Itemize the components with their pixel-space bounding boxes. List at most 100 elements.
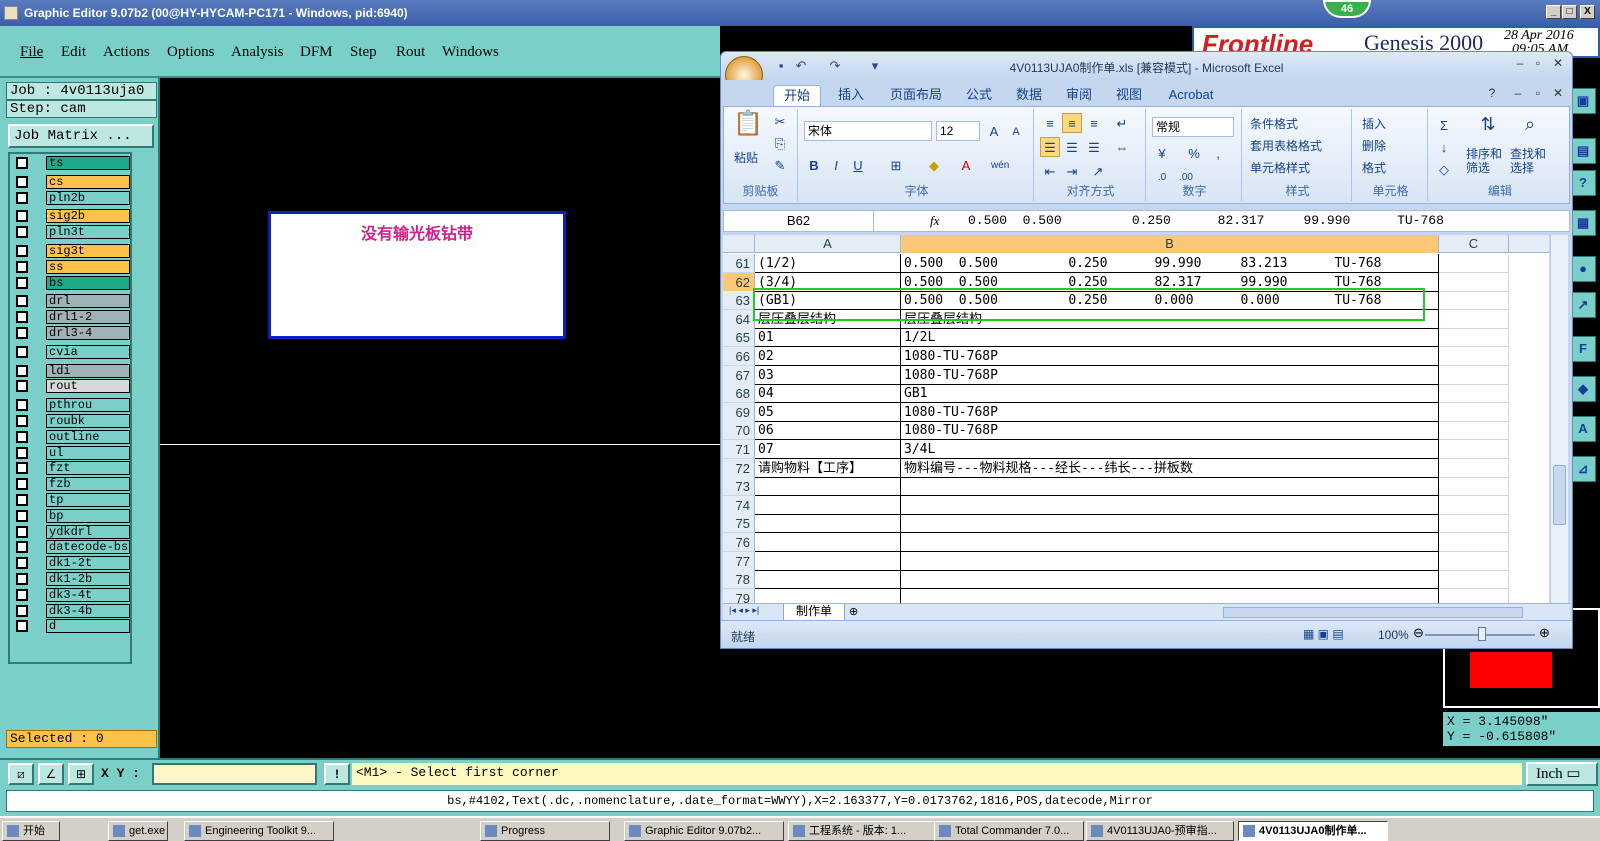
- save-icon[interactable]: ▪: [773, 58, 789, 74]
- paste-icon[interactable]: 📋: [732, 112, 763, 149]
- cell-c[interactable]: [1439, 254, 1509, 273]
- column-header-c[interactable]: C: [1439, 235, 1509, 253]
- row-header[interactable]: 75: [723, 514, 755, 534]
- menu-dfm[interactable]: DFM: [300, 44, 333, 61]
- cell-a[interactable]: [755, 533, 901, 552]
- layer-row[interactable]: rout: [12, 379, 130, 394]
- row-header[interactable]: 70: [723, 421, 755, 441]
- taskbar-item[interactable]: Engineering Toolkit 9...: [184, 821, 334, 841]
- angle-icon[interactable]: ∠: [38, 763, 64, 785]
- merge-icon[interactable]: ⇔: [1112, 137, 1132, 157]
- layer-checkbox[interactable]: [16, 462, 28, 475]
- align-top-icon[interactable]: ≡: [1040, 113, 1060, 133]
- layer-row[interactable]: cs: [12, 174, 130, 189]
- help-icon[interactable]: ?: [1570, 170, 1596, 196]
- tab-insert[interactable]: 插入: [829, 85, 873, 106]
- layer-checkbox[interactable]: [16, 191, 28, 204]
- row-header[interactable]: 79: [723, 588, 755, 603]
- alert-icon[interactable]: !: [324, 763, 350, 785]
- cell-c[interactable]: [1439, 402, 1509, 422]
- clear-icon[interactable]: ◇: [1434, 159, 1454, 179]
- app-icon[interactable]: [4, 6, 18, 20]
- row-header[interactable]: 68: [723, 384, 755, 404]
- cell-c[interactable]: [1439, 291, 1509, 311]
- doc-close-button[interactable]: ✕: [1549, 86, 1567, 102]
- layer-name[interactable]: fzb: [46, 477, 130, 492]
- tab-review[interactable]: 审阅: [1059, 85, 1099, 106]
- cell-a[interactable]: 04: [755, 384, 901, 404]
- layer-checkbox[interactable]: [16, 260, 28, 273]
- excel-minimize-button[interactable]: –: [1511, 56, 1529, 72]
- layer-row[interactable]: dk1-2b: [12, 572, 130, 586]
- taskbar-item[interactable]: Total Commander 7.0...: [934, 821, 1084, 841]
- cell-c[interactable]: [1439, 347, 1509, 366]
- maximize-button[interactable]: □: [1562, 5, 1577, 19]
- cell-c[interactable]: [1439, 272, 1509, 292]
- layer-row[interactable]: drl: [12, 294, 130, 309]
- cell-a[interactable]: [755, 570, 901, 590]
- cell-c[interactable]: [1439, 458, 1509, 478]
- layer-row[interactable]: sig3t: [12, 244, 130, 258]
- menu-actions[interactable]: Actions: [103, 44, 150, 61]
- layer-checkbox[interactable]: [16, 557, 28, 570]
- menu-rout[interactable]: Rout: [396, 44, 425, 61]
- align-middle-icon[interactable]: ≡: [1062, 113, 1082, 133]
- layer-checkbox[interactable]: [16, 446, 28, 459]
- layer-checkbox[interactable]: [16, 478, 28, 491]
- layer-row[interactable]: pln2b: [12, 190, 130, 205]
- taskbar-item[interactable]: Progress: [480, 821, 610, 841]
- row-header[interactable]: 72: [723, 458, 755, 478]
- tab-page-layout[interactable]: 页面布局: [881, 85, 951, 106]
- layer-checkbox[interactable]: [16, 364, 28, 377]
- cell-a[interactable]: 02: [755, 347, 901, 366]
- cell-c[interactable]: [1439, 365, 1509, 385]
- comma-icon[interactable]: ,: [1208, 143, 1228, 163]
- insert-function-icon[interactable]: fx: [930, 211, 939, 231]
- layer-row[interactable]: cvia: [12, 344, 130, 359]
- layer-row[interactable]: ss: [12, 259, 130, 274]
- doc-minimize-button[interactable]: –: [1509, 86, 1527, 102]
- cell-b[interactable]: [901, 570, 1439, 590]
- cell-b[interactable]: 3/4L: [901, 440, 1439, 459]
- shape-icon[interactable]: ◆: [1570, 376, 1596, 402]
- pan-icon[interactable]: ▤: [1570, 138, 1596, 164]
- layer-row[interactable]: pln3t: [12, 225, 130, 240]
- format-painter-icon[interactable]: ✎: [770, 155, 790, 175]
- layer-name[interactable]: d: [46, 619, 130, 634]
- layer-name[interactable]: ss: [46, 259, 130, 274]
- menu-windows[interactable]: Windows: [442, 44, 499, 61]
- layer-name[interactable]: dk1-2t: [46, 556, 130, 571]
- align-center-icon[interactable]: ☰: [1062, 137, 1082, 157]
- layer-row[interactable]: sig2b: [12, 209, 130, 224]
- cell-a[interactable]: 06: [755, 421, 901, 441]
- taskbar-item[interactable]: 4V0113UJA0-预审指...: [1086, 821, 1234, 841]
- cell-b[interactable]: 1080-TU-768P: [901, 402, 1439, 422]
- row-header[interactable]: 64: [723, 309, 755, 329]
- font-size-select[interactable]: 12: [936, 121, 980, 141]
- layer-name[interactable]: datecode-bs: [46, 540, 130, 555]
- layer-checkbox[interactable]: [16, 588, 28, 601]
- column-header-b[interactable]: B: [901, 235, 1439, 253]
- cell-b[interactable]: 1080-TU-768P: [901, 421, 1439, 441]
- cell-c[interactable]: [1439, 495, 1509, 515]
- layer-name[interactable]: outline: [46, 429, 130, 444]
- cell-b[interactable]: 物料编号---物料规格---经长---纬长---拼板数: [901, 458, 1439, 478]
- column-header-a[interactable]: A: [755, 235, 901, 253]
- layer-name[interactable]: sig3t: [46, 244, 130, 258]
- layer-checkbox[interactable]: [16, 276, 28, 289]
- cell-a[interactable]: [755, 514, 901, 534]
- layer-name[interactable]: ts: [46, 156, 130, 170]
- vertical-scrollbar[interactable]: [1550, 235, 1568, 603]
- layer-row[interactable]: fzb: [12, 477, 130, 492]
- excel-restore-button[interactable]: ▫: [1529, 56, 1547, 72]
- cell-a[interactable]: [755, 477, 901, 497]
- row-header[interactable]: 77: [723, 551, 755, 571]
- layer-name[interactable]: ydkdrl: [46, 524, 130, 539]
- sort-filter-button[interactable]: 排序和筛选: [1466, 147, 1512, 175]
- wrap-text-icon[interactable]: ↵: [1112, 113, 1132, 133]
- align-right-icon[interactable]: ☰: [1084, 137, 1104, 157]
- cell-b[interactable]: 1080-TU-768P: [901, 365, 1439, 385]
- layer-row[interactable]: ul: [12, 445, 130, 460]
- cell-a[interactable]: 03: [755, 365, 901, 385]
- row-header[interactable]: 78: [723, 570, 755, 590]
